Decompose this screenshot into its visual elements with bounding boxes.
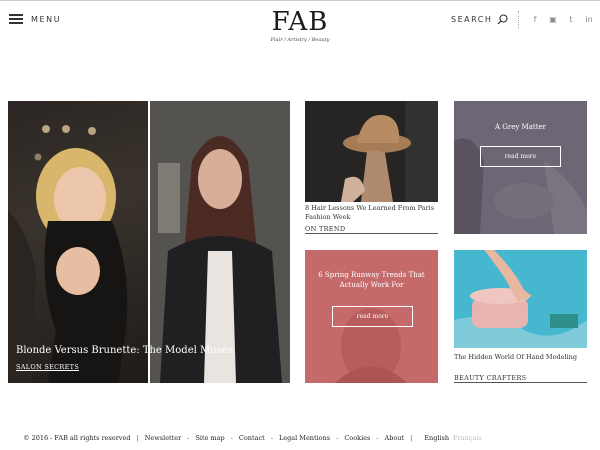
hand-modeling-caption[interactable]: The Hidden World Of Hand Modeling (454, 353, 589, 362)
social-links: f ▣ t in (531, 15, 593, 24)
runway-trends-title: 6 Spring Runway Trends That Actually Wor… (318, 271, 425, 289)
feature-photo-blonde[interactable] (8, 101, 148, 383)
hat-photo (305, 101, 438, 202)
hamburger-icon (9, 14, 23, 24)
footer-link-site-map[interactable]: Site map (195, 434, 224, 442)
feature-caption[interactable]: Blonde Versus Brunette: The Model Muses (16, 345, 233, 356)
runway-trends-tile[interactable]: 6 Spring Runway Trends That Actually Wor… (305, 250, 438, 383)
header-divider (518, 11, 519, 29)
blonde-model-image (8, 125, 128, 383)
hand-modeling-image[interactable] (454, 250, 587, 348)
hat-category-link[interactable]: ON TREND (305, 225, 345, 233)
search-icon (497, 14, 508, 25)
logo-mark: FAB (271, 7, 329, 37)
hat-category-rule (305, 233, 438, 234)
twitter-icon[interactable]: t (567, 15, 575, 24)
language-english[interactable]: English (424, 434, 449, 442)
footer-link-cookies[interactable]: Cookies (344, 434, 370, 442)
grey-matter-tile[interactable]: A Grey Matter read more (454, 101, 587, 234)
site-footer: © 2016 - FAB all rights reserved | Newsl… (23, 434, 482, 442)
runway-read-more-button[interactable]: read more (332, 306, 413, 327)
menu-button[interactable]: MENU (9, 14, 61, 24)
footer-link-newsletter[interactable]: Newsletter (145, 434, 182, 442)
brunette-model-image (150, 101, 290, 383)
logo-tagline: Flair / Artistry / Beauty (270, 37, 330, 43)
footer-link-legal-mentions[interactable]: Legal Mentions (279, 434, 330, 442)
beauty-crafters-rule (454, 382, 587, 383)
footer-link-about[interactable]: About (385, 434, 405, 442)
footer-bar-separator: | (136, 434, 139, 442)
copyright-text: © 2016 - FAB all rights reserved (23, 434, 131, 442)
footer-separator: - (187, 434, 190, 442)
hat-article-image[interactable] (305, 101, 438, 202)
top-border (0, 0, 600, 1)
instagram-icon[interactable]: ▣ (549, 15, 557, 24)
footer-bar-separator: | (410, 434, 413, 442)
menu-label: MENU (31, 14, 62, 24)
footer-link-contact[interactable]: Contact (239, 434, 265, 442)
grey-matter-photo (454, 138, 587, 234)
footer-separator: - (230, 434, 233, 442)
search-button[interactable]: SEARCH (451, 14, 508, 25)
footer-separator: - (270, 434, 273, 442)
pink-phone-photo (454, 250, 587, 348)
linkedin-icon[interactable]: in (585, 15, 593, 24)
search-label: SEARCH (451, 15, 493, 24)
footer-separator: - (336, 434, 339, 442)
beauty-crafters-category-link[interactable]: BEAUTY CRAFTERS (454, 374, 526, 382)
feature-photo-brunette[interactable] (150, 101, 290, 383)
grey-matter-title: A Grey Matter (495, 123, 546, 131)
facebook-icon[interactable]: f (531, 15, 539, 24)
language-french[interactable]: Français (453, 434, 482, 442)
feature-category-link[interactable]: SALON SECRETS (16, 363, 79, 371)
site-logo[interactable]: FAB Flair / Artistry / Beauty (240, 8, 360, 43)
grey-matter-read-more-button[interactable]: read more (480, 146, 561, 167)
hat-article-caption[interactable]: 8 Hair Lessons We Learned From Paris Fas… (305, 204, 437, 222)
footer-separator: - (376, 434, 379, 442)
